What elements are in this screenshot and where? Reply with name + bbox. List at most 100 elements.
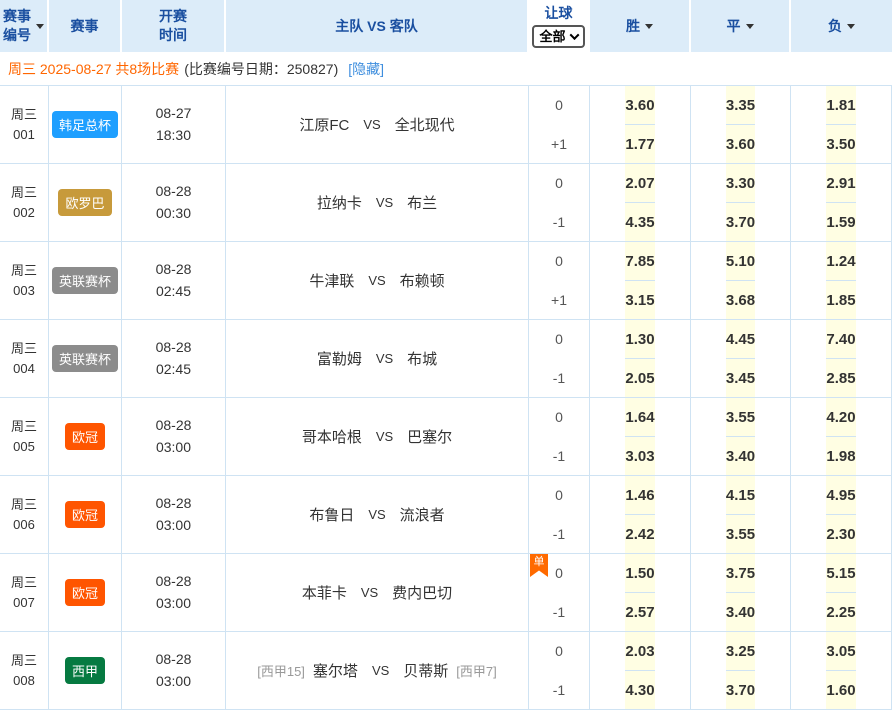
lose-odds[interactable]: 3.50 <box>826 125 855 163</box>
win-odds[interactable]: 1.46 <box>625 476 654 515</box>
win-odds-column: 1.46 2.42 <box>590 476 691 553</box>
win-odds[interactable]: 4.35 <box>625 203 654 241</box>
match-date: 08-28 <box>156 181 192 203</box>
handicap-filter-select[interactable]: 全部 <box>532 25 584 49</box>
draw-odds[interactable]: 3.68 <box>726 281 755 319</box>
draw-odds[interactable]: 3.30 <box>726 164 755 203</box>
win-odds[interactable]: 7.85 <box>625 242 654 281</box>
draw-odds[interactable]: 3.70 <box>726 203 755 241</box>
handicap-value: -1 <box>529 437 589 476</box>
teams-cell: 拉纳卡 VS 布兰 <box>226 164 529 241</box>
home-team: 本菲卡 <box>302 582 347 603</box>
sort-arrow-icon[interactable] <box>847 24 855 29</box>
win-odds[interactable]: 2.57 <box>625 593 654 631</box>
header-draw[interactable]: 平 <box>691 0 791 52</box>
lose-odds[interactable]: 1.81 <box>826 86 855 125</box>
win-odds[interactable]: 2.03 <box>625 632 654 671</box>
draw-odds[interactable]: 5.10 <box>726 242 755 281</box>
sort-arrow-icon[interactable] <box>746 24 754 29</box>
draw-odds[interactable]: 3.70 <box>726 671 755 709</box>
vs-label: VS <box>368 273 385 288</box>
away-rank-tag: [西甲7] <box>456 661 496 680</box>
league-badge: 西甲 <box>65 657 105 684</box>
lose-odds[interactable]: 1.85 <box>826 281 855 319</box>
draw-odds[interactable]: 3.55 <box>726 515 755 553</box>
header-start-time-line1: 开赛 <box>159 7 187 26</box>
match-number-cell: 周三 001 <box>0 86 49 163</box>
home-team: 哥本哈根 <box>302 426 362 447</box>
win-odds-column: 7.85 3.15 <box>590 242 691 319</box>
handicap-filter-value: 全部 <box>539 28 565 46</box>
win-odds[interactable]: 1.64 <box>625 398 654 437</box>
match-day: 周三 <box>11 417 37 437</box>
header-draw-label: 平 <box>727 17 741 36</box>
draw-odds[interactable]: 3.55 <box>726 398 755 437</box>
sort-arrow-icon[interactable] <box>645 24 653 29</box>
header-match-number[interactable]: 赛事 编号 <box>0 0 49 52</box>
draw-odds-column: 3.55 3.40 <box>691 398 791 475</box>
draw-odds[interactable]: 3.45 <box>726 359 755 397</box>
handicap-cell: 0 -1 <box>529 476 590 553</box>
match-date: 08-27 <box>156 103 192 125</box>
start-time-cell: 08-28 02:45 <box>122 320 226 397</box>
draw-odds[interactable]: 3.25 <box>726 632 755 671</box>
match-date: 08-28 <box>156 415 192 437</box>
sort-arrow-icon[interactable] <box>36 24 44 29</box>
lose-odds[interactable]: 4.20 <box>826 398 855 437</box>
win-odds[interactable]: 4.30 <box>625 671 654 709</box>
header-lose[interactable]: 负 <box>791 0 892 52</box>
lose-odds[interactable]: 1.60 <box>826 671 855 709</box>
home-team: 拉纳卡 <box>317 192 362 213</box>
draw-odds[interactable]: 3.40 <box>726 437 755 475</box>
win-odds[interactable]: 1.30 <box>625 320 654 359</box>
header-win[interactable]: 胜 <box>590 0 691 52</box>
draw-odds[interactable]: 3.60 <box>726 125 755 163</box>
lose-odds[interactable]: 2.30 <box>826 515 855 553</box>
lose-odds[interactable]: 2.91 <box>826 164 855 203</box>
vs-label: VS <box>376 351 393 366</box>
lose-odds[interactable]: 3.05 <box>826 632 855 671</box>
match-date: 08-28 <box>156 337 192 359</box>
handicap-value: +1 <box>529 281 589 320</box>
lose-odds[interactable]: 2.25 <box>826 593 855 631</box>
win-odds[interactable]: 2.07 <box>625 164 654 203</box>
lose-odds[interactable]: 1.24 <box>826 242 855 281</box>
win-odds[interactable]: 1.50 <box>625 554 654 593</box>
win-odds[interactable]: 3.03 <box>625 437 654 475</box>
handicap-value: 0 <box>529 320 589 359</box>
lose-odds[interactable]: 1.98 <box>826 437 855 475</box>
hide-link[interactable]: [隐藏] <box>348 59 384 79</box>
away-team: 费内巴切 <box>392 582 452 603</box>
draw-odds[interactable]: 4.15 <box>726 476 755 515</box>
handicap-cell: 0 -1 <box>529 632 590 709</box>
lose-odds[interactable]: 7.40 <box>826 320 855 359</box>
header-match-number-line2: 编号 <box>3 26 31 45</box>
vs-label: VS <box>376 429 393 444</box>
draw-odds[interactable]: 3.75 <box>726 554 755 593</box>
match-date: 08-28 <box>156 649 192 671</box>
lose-odds[interactable]: 5.15 <box>826 554 855 593</box>
match-number: 001 <box>13 125 35 145</box>
lose-odds[interactable]: 4.95 <box>826 476 855 515</box>
lose-odds-column: 3.05 1.60 <box>791 632 892 709</box>
win-odds[interactable]: 1.77 <box>625 125 654 163</box>
league-badge: 欧罗巴 <box>58 189 111 216</box>
date-info: 周三 2025-08-27 共8场比赛 <box>8 59 179 79</box>
win-odds[interactable]: 3.15 <box>625 281 654 319</box>
win-odds[interactable]: 3.60 <box>625 86 654 125</box>
league-badge: 欧冠 <box>65 501 105 528</box>
match-number: 002 <box>13 203 35 223</box>
draw-odds[interactable]: 4.45 <box>726 320 755 359</box>
lose-odds[interactable]: 2.85 <box>826 359 855 397</box>
draw-odds[interactable]: 3.35 <box>726 86 755 125</box>
match-row: 周三 008 西甲 08-28 03:00 [西甲15] 塞尔塔 VS 贝蒂斯 … <box>0 632 892 710</box>
draw-odds[interactable]: 3.40 <box>726 593 755 631</box>
header-win-label: 胜 <box>626 17 640 36</box>
handicap-cell: 0 +1 <box>529 242 590 319</box>
win-odds[interactable]: 2.42 <box>625 515 654 553</box>
win-odds[interactable]: 2.05 <box>625 359 654 397</box>
league-cell: 韩足总杯 <box>49 86 122 163</box>
draw-odds-column: 3.35 3.60 <box>691 86 791 163</box>
lose-odds[interactable]: 1.59 <box>826 203 855 241</box>
handicap-cell: 0 -1 <box>529 398 590 475</box>
